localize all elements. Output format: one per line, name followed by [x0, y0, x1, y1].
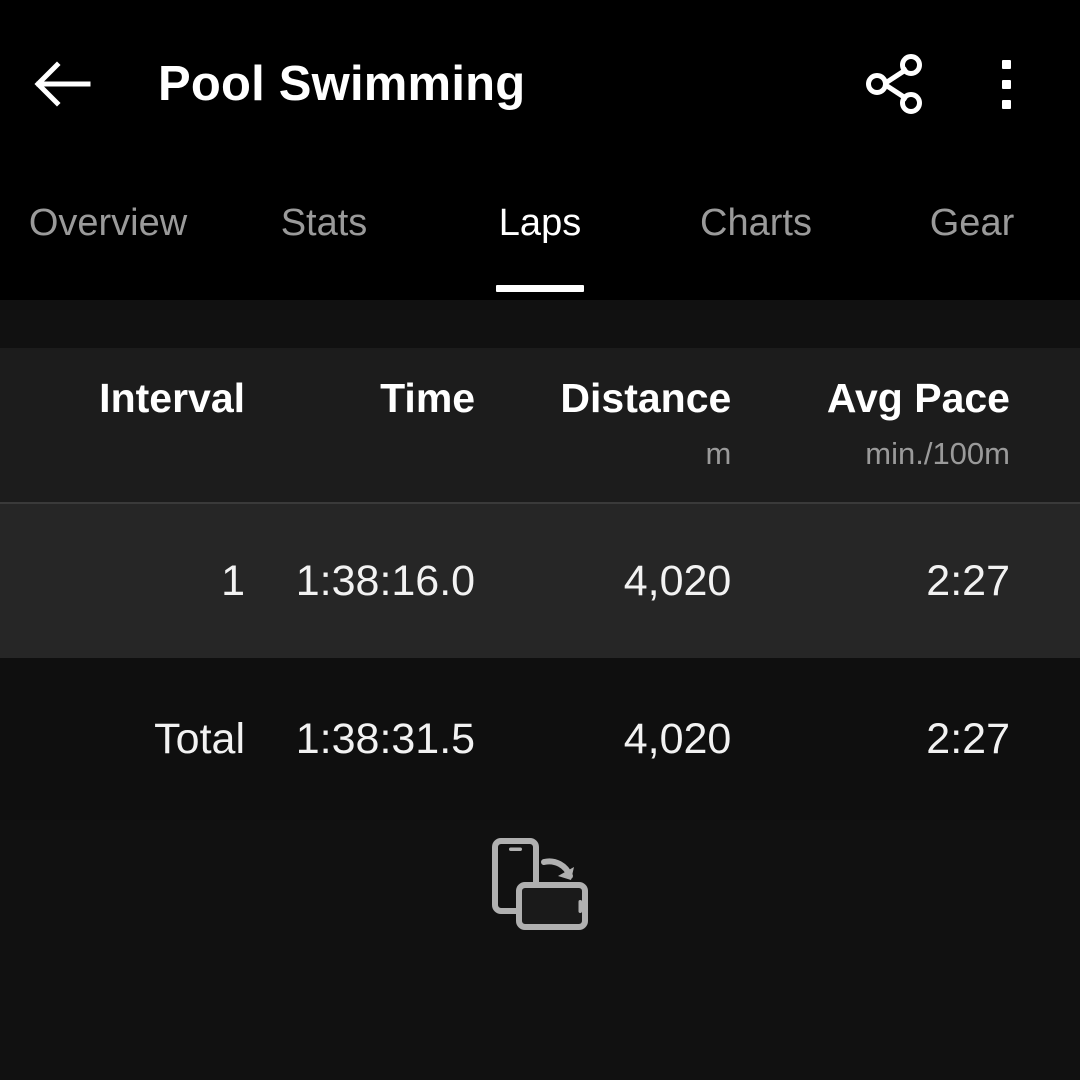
tab-gear[interactable]: Gear: [864, 202, 1080, 300]
tab-laps-label: Laps: [498, 202, 582, 244]
back-button[interactable]: [10, 32, 114, 136]
cell-avg-pace-value: 2:27: [926, 556, 1010, 605]
share-icon: [866, 54, 922, 114]
tab-stats[interactable]: Stats: [216, 202, 432, 300]
column-header-avg-pace-title: Avg Pace: [826, 375, 1010, 421]
tab-laps[interactable]: Laps: [432, 202, 648, 300]
cell-avg-pace: 2:27: [731, 715, 1010, 764]
overflow-menu-icon: [1001, 59, 1011, 109]
arrow-left-icon: [34, 61, 91, 107]
tab-stats-label: Stats: [280, 202, 368, 244]
table-header-row: Interval Time Distance m Avg Pace min./1…: [0, 348, 1080, 504]
table-row[interactable]: 1 1:38:16.0 4,020 2:27: [0, 504, 1080, 658]
cell-time-value: 1:38:31.5: [295, 714, 476, 763]
tab-bar: Overview Stats Laps Charts Gear: [0, 168, 1080, 300]
tab-charts-label: Charts: [700, 202, 812, 244]
column-header-time-title: Time: [380, 375, 476, 421]
column-header-avg-pace: Avg Pace min./100m: [731, 375, 1010, 471]
table-row[interactable]: Total 1:38:31.5 4,020 2:27: [0, 658, 1080, 820]
column-header-avg-pace-unit: min./100m: [865, 436, 1010, 471]
column-header-interval: Interval: [0, 378, 245, 419]
content-top-spacer: [0, 300, 1080, 348]
app-bar: Pool Swimming: [0, 0, 1080, 168]
cell-time-value: 1:38:16.0: [295, 556, 476, 605]
column-header-interval-title: Interval: [99, 375, 246, 421]
tab-gear-label: Gear: [929, 202, 1015, 244]
activity-detail-screen: Pool Swimming Overview Stats Laps Charts…: [0, 0, 1080, 1080]
cell-interval: 1: [0, 557, 245, 606]
cell-distance: 4,020: [475, 714, 732, 764]
rotate-device-hint: [0, 838, 1080, 930]
cell-distance-value: 4,020: [623, 556, 732, 605]
cell-avg-pace: 2:27: [731, 557, 1010, 606]
cell-interval: Total: [0, 715, 245, 764]
tab-charts[interactable]: Charts: [648, 202, 864, 300]
rotate-device-icon: [492, 838, 588, 930]
overflow-menu-button[interactable]: [958, 36, 1054, 132]
cell-interval-value: 1: [221, 556, 246, 605]
cell-time: 1:38:16.0: [245, 557, 475, 606]
column-header-distance: Distance m: [475, 375, 732, 471]
column-header-distance-title: Distance: [560, 375, 732, 421]
cell-distance-value: 4,020: [623, 714, 732, 763]
cell-time: 1:38:31.5: [245, 715, 475, 764]
tab-active-indicator: [496, 285, 584, 292]
tab-overview-label: Overview: [28, 202, 188, 244]
cell-avg-pace-value: 2:27: [926, 714, 1010, 763]
cell-distance: 4,020: [475, 556, 732, 606]
cell-interval-value: Total: [154, 714, 246, 763]
column-header-time: Time: [245, 378, 475, 419]
tab-overview[interactable]: Overview: [0, 202, 216, 300]
column-header-distance-unit: m: [705, 436, 732, 471]
laps-table: Interval Time Distance m Avg Pace min./1…: [0, 348, 1080, 820]
page-title: Pool Swimming: [158, 57, 526, 111]
share-button[interactable]: [846, 36, 942, 132]
